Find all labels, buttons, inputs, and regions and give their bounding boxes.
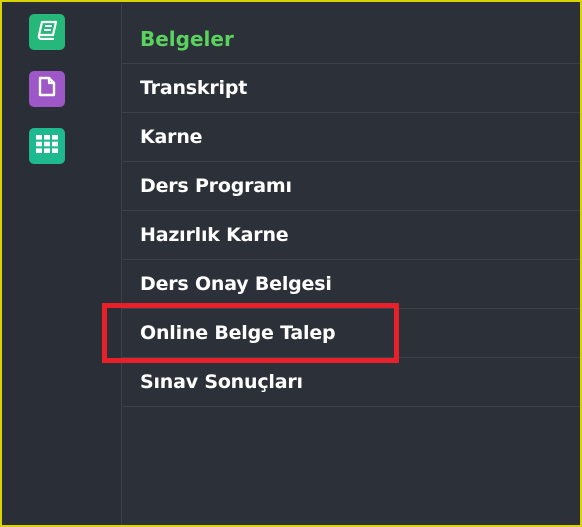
documents-rail-button[interactable] [29,14,65,50]
grid-icon [36,134,58,158]
menu-item-hazirlik-karne[interactable]: Hazırlık Karne [122,211,580,260]
menu-item-transkript[interactable]: Transkript [122,64,580,113]
icon-rail [4,4,122,525]
book-icon [36,20,58,45]
app-frame: Belgeler Transkript Karne Ders Programı … [0,0,582,527]
grid-rail-button[interactable] [29,128,65,164]
menu-item-ders-programi[interactable]: Ders Programı [122,162,580,211]
menu-item-online-belge-talep[interactable]: Online Belge Talep [122,309,580,358]
menu-item-karne[interactable]: Karne [122,113,580,162]
file-rail-button[interactable] [29,71,65,107]
documents-menu: Belgeler Transkript Karne Ders Programı … [122,4,580,525]
document-icon [38,76,56,102]
menu-item-sinav-sonuclari[interactable]: Sınav Sonuçları [122,358,580,407]
menu-header: Belgeler [122,4,580,64]
menu-item-ders-onay-belgesi[interactable]: Ders Onay Belgesi [122,260,580,309]
